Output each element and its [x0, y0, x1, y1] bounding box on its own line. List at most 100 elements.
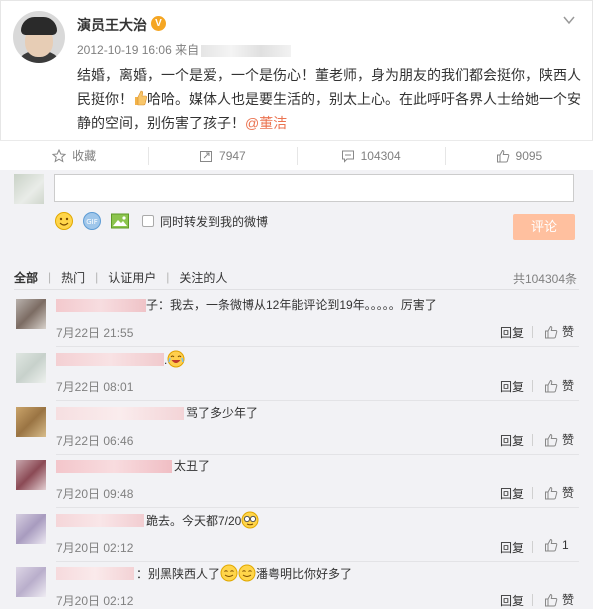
filter-separator: | — [166, 270, 170, 284]
filter-verified[interactable]: 认证用户 — [108, 269, 156, 286]
divider — [532, 541, 533, 553]
submit-comment-button[interactable]: 评论 — [513, 214, 575, 240]
comment-text: . — [164, 350, 185, 368]
comment-text: 子：我去，一条微博从12年能评论到19年。。。。。厉害了 — [146, 298, 437, 312]
blurred-username[interactable] — [56, 460, 172, 473]
comment-total: 共104304条 — [512, 272, 577, 286]
reply-button[interactable]: 回复 — [500, 378, 524, 395]
chevron-down-icon[interactable] — [562, 13, 576, 27]
comment-like-label: 赞 — [562, 593, 575, 607]
reply-button[interactable]: 回复 — [500, 432, 524, 449]
filter-hot[interactable]: 热门 — [61, 269, 85, 286]
thumbs-up-emoji — [133, 89, 147, 106]
comment-like-button[interactable]: 赞 — [544, 431, 574, 448]
comment-like-button[interactable]: 赞 — [544, 323, 574, 340]
comment-item: 太丑了 7月20日 09:48 回复 赞 — [0, 455, 593, 508]
comment-like-label: 1 — [562, 538, 569, 552]
divider — [14, 289, 579, 290]
repost-button[interactable]: 7947 — [148, 141, 296, 170]
commenter-avatar[interactable] — [16, 460, 46, 490]
divider — [532, 487, 533, 499]
comment-like-label: 赞 — [562, 486, 575, 500]
verified-badge-icon: V — [151, 16, 166, 31]
grin-emoji — [220, 564, 238, 582]
filter-separator: | — [95, 270, 99, 284]
comment-like-label: 赞 — [562, 379, 575, 393]
commenter-avatar[interactable] — [16, 353, 46, 383]
commenter-avatar[interactable] — [16, 514, 46, 544]
comment-like-label: 赞 — [562, 433, 575, 447]
comment-like-button[interactable]: 赞 — [544, 377, 574, 394]
comment-item: 骂了多少年了 7月22日 06:46 回复 赞 — [0, 402, 593, 455]
blurred-source — [201, 44, 292, 57]
comment-item: ：别黑陕西人了 潘粤明比你好多了 7月20日 02:12 回复 赞 — [0, 562, 593, 609]
filter-all[interactable]: 全部 — [14, 269, 38, 286]
like-button[interactable]: 9095 — [444, 141, 593, 170]
comment-section: GIF 同时转发到我的微博 评论 全部 | 热门 | 认证用户 | 关注的人 共… — [0, 170, 593, 609]
laughing-emoji — [167, 350, 185, 368]
comment-time: 7月20日 02:12 — [56, 541, 134, 555]
blurred-username[interactable] — [56, 407, 184, 420]
sunglasses-emoji — [241, 511, 259, 529]
author-name[interactable]: 演员王大治 — [77, 15, 147, 35]
gif-icon[interactable]: GIF — [82, 211, 102, 231]
divider — [56, 400, 579, 401]
post-meta: 2012-10-19 16:06 来自 — [77, 41, 292, 58]
smiley-icon[interactable] — [54, 211, 74, 231]
favorite-button[interactable]: 收藏 — [0, 141, 148, 170]
divider — [532, 594, 533, 606]
post-text: 结婚，离婚，一个是爱，一个是伤心！董老师，身为朋友的我们都会挺你，陕西人民挺你！… — [77, 63, 582, 135]
weibo-post: 演员王大治 V 2012-10-19 16:06 来自 结婚，离婚，一个是爱，一… — [0, 0, 593, 140]
repost-checkbox[interactable] — [142, 215, 154, 227]
divider — [56, 346, 579, 347]
blurred-username[interactable] — [56, 514, 144, 527]
reply-button[interactable]: 回复 — [500, 539, 524, 556]
commenter-avatar[interactable] — [16, 299, 46, 329]
comment-time: 7月22日 08:01 — [56, 380, 134, 394]
author-avatar[interactable] — [13, 11, 65, 63]
comment-time: 7月20日 02:12 — [56, 594, 134, 608]
comment-like-button[interactable]: 赞 — [544, 484, 574, 501]
reply-button[interactable]: 回复 — [500, 485, 524, 502]
blurred-username[interactable] — [56, 299, 146, 312]
comment-icon — [341, 149, 355, 163]
post-timestamp[interactable]: 2012-10-19 16:06 — [77, 43, 172, 57]
comment-text: 骂了多少年了 — [186, 406, 259, 420]
like-icon — [544, 593, 558, 607]
comment-time: 7月20日 09:48 — [56, 487, 134, 501]
mention-link[interactable]: @董洁 — [245, 115, 287, 131]
divider — [532, 434, 533, 446]
reply-button[interactable]: 回复 — [500, 324, 524, 341]
comment-item: . 7月22日 08:01 回复 赞 — [0, 348, 593, 401]
repost-count: 7947 — [219, 148, 246, 163]
divider — [56, 507, 579, 508]
reply-button[interactable]: 回复 — [500, 592, 524, 609]
svg-text:GIF: GIF — [86, 218, 98, 226]
blurred-username[interactable] — [56, 567, 134, 580]
current-user-avatar — [14, 174, 44, 204]
comment-item: 子：我去，一条微博从12年能评论到19年。。。。。厉害了 7月22日 21:55… — [0, 294, 593, 347]
composer-tools: GIF 同时转发到我的微博 — [54, 210, 268, 232]
like-icon — [544, 325, 558, 339]
comment-input[interactable] — [54, 174, 574, 202]
action-bar: 收藏 7947 104304 9095 — [0, 140, 593, 176]
like-count: 9095 — [515, 148, 543, 163]
image-icon[interactable] — [110, 211, 130, 231]
post-source-prefix: 来自 — [175, 43, 200, 57]
commenter-avatar[interactable] — [16, 407, 46, 437]
divider — [532, 326, 533, 338]
comment-button[interactable]: 104304 — [296, 141, 445, 176]
comment-count: 104304 — [360, 148, 401, 163]
comment-text: 太丑了 — [174, 459, 211, 473]
divider — [532, 380, 533, 392]
like-icon — [496, 149, 510, 163]
commenter-avatar[interactable] — [16, 567, 46, 597]
comment-filter-bar: 全部 | 热门 | 认证用户 | 关注的人 — [0, 266, 593, 288]
like-icon — [544, 486, 558, 500]
comment-text: 跪去。今天都7/20 — [146, 511, 259, 529]
comment-like-button[interactable]: 赞 — [544, 591, 574, 608]
comment-like-button[interactable]: 1 — [544, 538, 569, 552]
filter-following[interactable]: 关注的人 — [179, 269, 227, 286]
blurred-username[interactable] — [56, 353, 164, 366]
star-icon — [51, 148, 67, 163]
